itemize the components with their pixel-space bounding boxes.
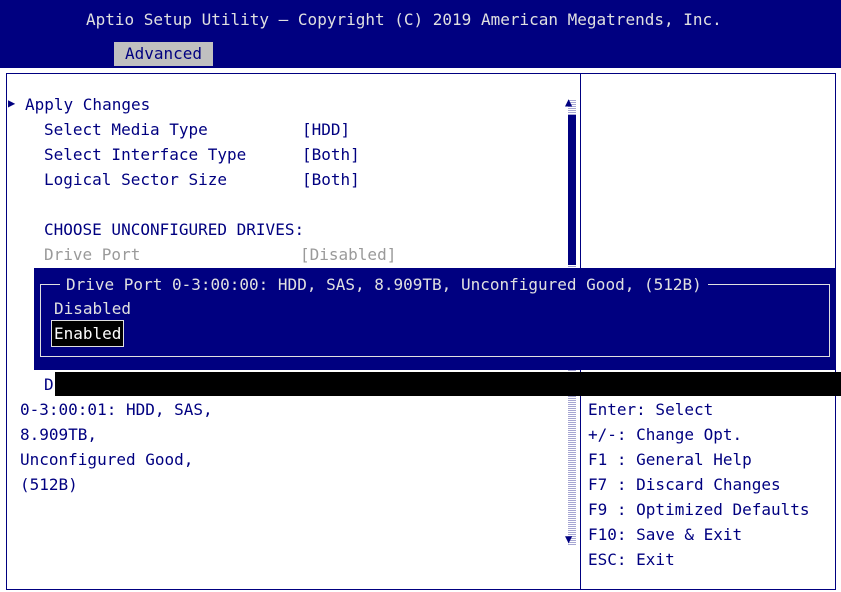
partial-menu-item[interactable]: D — [44, 372, 54, 397]
logical-sector-size-label: Logical Sector Size — [44, 170, 228, 189]
drive-description-line: 0-3:00:01: HDD, SAS, — [20, 400, 213, 419]
help-f10: F10: Save & Exit — [588, 525, 743, 544]
select-interface-type-value[interactable]: [Both] — [302, 142, 360, 167]
select-media-type-label: Select Media Type — [44, 120, 208, 139]
select-interface-type-label: Select Interface Type — [44, 145, 247, 164]
utility-title: Aptio Setup Utility – Copyright (C) 2019… — [86, 10, 722, 29]
tab-advanced[interactable]: Advanced — [114, 42, 213, 66]
help-f7: F7 : Discard Changes — [588, 475, 781, 494]
highlight-bar — [55, 372, 841, 396]
section-heading: CHOOSE UNCONFIGURED DRIVES: — [44, 220, 305, 239]
apply-changes-item[interactable]: Apply Changes — [25, 92, 150, 117]
scrollbar-thumb[interactable] — [568, 115, 576, 265]
help-f9: F9 : Optimized Defaults — [588, 500, 810, 519]
popup-option-enabled[interactable]: Enabled — [50, 320, 125, 347]
help-esc: ESC: Exit — [588, 550, 675, 569]
scroll-down-icon[interactable]: ▼ — [565, 527, 572, 552]
help-enter: Enter: Select — [588, 400, 714, 419]
popup-option-disabled[interactable]: Disabled — [54, 296, 131, 321]
scroll-up-icon[interactable]: ▲ — [565, 90, 572, 115]
drive-description-line: (512B) — [20, 475, 78, 494]
select-media-type-value[interactable]: [HDD] — [302, 117, 350, 142]
help-f1: F1 : General Help — [588, 450, 752, 469]
logical-sector-size-value[interactable]: [Both] — [302, 167, 360, 192]
drive-description-line: Unconfigured Good, — [20, 450, 194, 469]
popup-title: Drive Port 0-3:00:00: HDD, SAS, 8.909TB,… — [60, 272, 708, 297]
drive-port-value[interactable]: [Disabled] — [300, 242, 396, 267]
drive-description-line: 8.909TB, — [20, 425, 98, 444]
help-change: +/-: Change Opt. — [588, 425, 743, 444]
drive-port-label: Drive Port — [44, 245, 141, 264]
submenu-arrow-icon: ▶ — [8, 96, 16, 110]
